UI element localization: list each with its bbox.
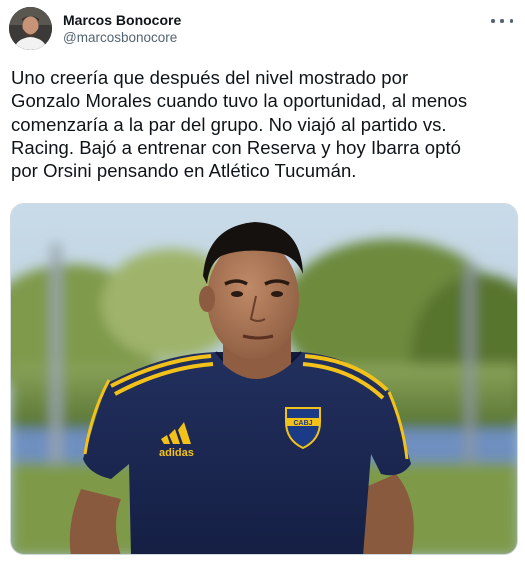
tweet-photo[interactable]: adidas CABJ xyxy=(10,203,518,555)
tweet-text-line: por Orsini pensando en Atlético Tucumán. xyxy=(11,160,357,182)
shirt-brand-text: adidas xyxy=(159,447,194,459)
avatar[interactable] xyxy=(9,7,52,50)
author-block: Marcos Bonocore @marcosbonocore xyxy=(63,11,181,47)
tweet-text: Uno creería que después del nivel mostra… xyxy=(11,66,519,182)
dot xyxy=(491,19,495,23)
player-photo: adidas CABJ xyxy=(11,204,517,554)
tweet-text-line: Racing. Bajó a entrenar con Reserva y ho… xyxy=(11,136,461,158)
dot xyxy=(500,19,504,23)
tweet-text-line: Gonzalo Morales cuando tuvo la oportunid… xyxy=(11,90,468,112)
more-horizontal-icon[interactable] xyxy=(491,14,513,28)
author-name[interactable]: Marcos Bonocore xyxy=(63,11,181,29)
tweet-text-line: Uno creería que después del nivel mostra… xyxy=(11,67,409,88)
dot xyxy=(509,19,513,23)
crest-text: CABJ xyxy=(293,420,312,427)
tweet-card: Marcos Bonocore @marcosbonocore Uno cree… xyxy=(0,0,525,561)
avatar-photo xyxy=(9,7,52,50)
tweet-text-line: comenzaría a la par del grupo. No viajó … xyxy=(11,113,447,135)
author-handle[interactable]: @marcosbonocore xyxy=(63,29,181,47)
